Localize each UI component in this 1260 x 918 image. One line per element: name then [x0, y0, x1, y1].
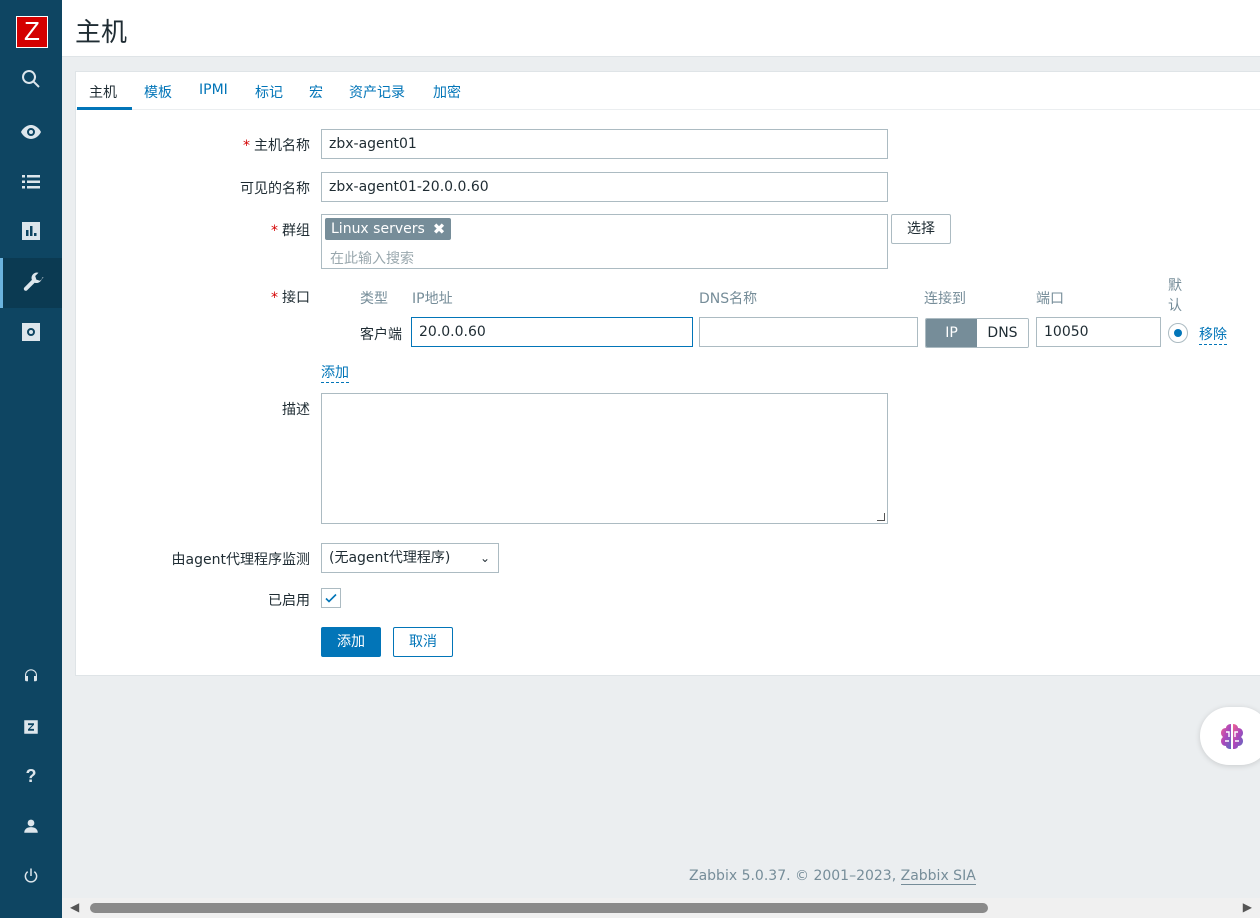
scroll-right-icon[interactable]: ▶ — [1243, 900, 1252, 914]
description-label: 描述 — [282, 402, 310, 418]
tab-ipmi[interactable]: IPMI — [199, 82, 228, 98]
footer-company-link[interactable]: Zabbix SIA — [900, 868, 976, 885]
proxy-selected-value: (无agent代理程序) — [329, 550, 451, 566]
groups-label: * 群组 — [271, 223, 310, 239]
connect-dns-option[interactable]: DNS — [977, 319, 1028, 347]
col-ip: IP地址 — [412, 291, 453, 307]
remove-tag-icon[interactable]: ✖ — [433, 218, 446, 240]
visible-name-input[interactable]: zbx-agent01-20.0.0.60 — [321, 172, 888, 202]
connect-to-toggle: IP DNS — [925, 318, 1029, 348]
scroll-left-icon[interactable]: ◀ — [70, 900, 79, 914]
default-interface-radio[interactable] — [1168, 323, 1188, 343]
zabbix-logo[interactable]: Z — [16, 16, 48, 48]
col-type: 类型 — [360, 291, 388, 307]
select-groups-button[interactable]: 选择 — [891, 214, 951, 244]
eye-icon[interactable] — [0, 107, 62, 157]
zabbix-share-icon[interactable] — [0, 702, 62, 752]
interface-port-input[interactable]: 10050 — [1036, 317, 1161, 347]
interfaces-label: * 接口 — [271, 290, 310, 306]
group-tag-label: Linux servers — [331, 221, 425, 237]
col-port: 端口 — [1036, 291, 1064, 307]
sidebar: Z ? — [0, 0, 62, 918]
ai-assistant-button[interactable] — [1200, 707, 1260, 765]
enabled-label: 已启用 — [268, 593, 310, 609]
interface-type-agent: 客户端 — [360, 327, 402, 343]
list-icon[interactable] — [0, 157, 62, 207]
search-icon[interactable] — [0, 54, 62, 104]
footer-copyright: Zabbix 5.0.37. © 2001–2023, — [689, 868, 901, 884]
proxy-label: 由agent代理程序监测 — [171, 552, 310, 568]
visible-name-label: 可见的名称 — [240, 181, 310, 197]
tab-macros[interactable]: 宏 — [309, 82, 323, 102]
connect-ip-option[interactable]: IP — [926, 319, 977, 347]
enabled-checkbox[interactable] — [321, 588, 341, 608]
scrollbar-thumb[interactable] — [90, 903, 988, 913]
tab-bar: 主机 模板 IPMI 标记 宏 资产记录 加密 — [76, 72, 1260, 110]
group-tag: Linux servers ✖ — [325, 218, 452, 240]
headset-icon[interactable] — [0, 651, 62, 701]
add-interface-link[interactable]: 添加 — [321, 362, 349, 383]
footer: Zabbix 5.0.37. © 2001–2023, Zabbix SIA — [689, 868, 976, 885]
horizontal-scrollbar[interactable]: ◀ ▶ — [62, 898, 1260, 918]
tab-inventory[interactable]: 资产记录 — [349, 82, 405, 102]
power-icon[interactable] — [0, 851, 62, 901]
page-header: 主机 — [62, 0, 1260, 57]
host-name-label: * 主机名称 — [243, 138, 310, 154]
wrench-icon[interactable] — [0, 258, 62, 308]
tab-tags[interactable]: 标记 — [255, 82, 283, 102]
host-form-panel: 主机 模板 IPMI 标记 宏 资产记录 加密 * 主机名称 zbx-agent0… — [75, 71, 1260, 676]
tab-templates[interactable]: 模板 — [144, 82, 172, 102]
active-tab-indicator — [77, 107, 132, 110]
interface-ip-input[interactable]: 20.0.0.60 — [411, 317, 693, 347]
description-textarea[interactable] — [321, 393, 888, 524]
tab-host[interactable]: 主机 — [89, 82, 117, 102]
resize-grip-icon[interactable] — [877, 513, 885, 521]
add-button[interactable]: 添加 — [321, 627, 381, 657]
check-icon — [325, 593, 337, 603]
col-dns: DNS名称 — [699, 291, 758, 307]
col-default: 默认 — [1168, 278, 1182, 314]
required-mark: * — [271, 290, 278, 306]
cancel-button[interactable]: 取消 — [393, 627, 453, 657]
page-title: 主机 — [75, 18, 128, 48]
help-icon[interactable]: ? — [0, 751, 62, 801]
remove-interface-link[interactable]: 移除 — [1199, 324, 1227, 345]
col-connect: 连接到 — [924, 291, 966, 307]
required-mark: * — [271, 223, 278, 239]
required-mark: * — [243, 138, 250, 154]
host-name-input[interactable]: zbx-agent01 — [321, 129, 888, 159]
user-icon[interactable] — [0, 801, 62, 851]
groups-multiselect[interactable]: Linux servers ✖ 在此输入搜索 — [321, 214, 888, 269]
groups-search-placeholder[interactable]: 在此输入搜索 — [330, 245, 414, 273]
brain-icon — [1221, 724, 1243, 749]
gear-icon[interactable] — [0, 307, 62, 357]
interface-dns-input[interactable] — [699, 317, 918, 347]
tab-encryption[interactable]: 加密 — [433, 82, 461, 102]
chevron-down-icon: ⌄ — [479, 551, 490, 565]
proxy-select[interactable]: (无agent代理程序) ⌄ — [321, 543, 499, 573]
bar-chart-icon[interactable] — [0, 206, 62, 256]
